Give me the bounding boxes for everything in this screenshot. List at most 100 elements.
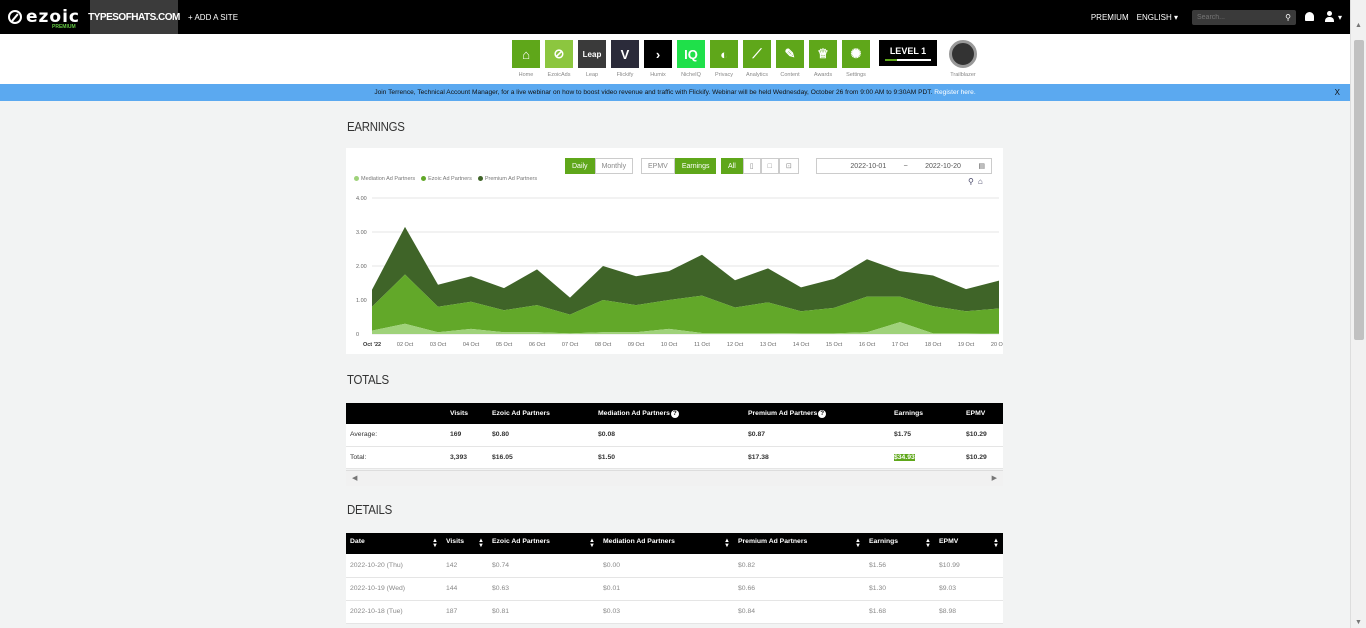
site-selector[interactable]: TYPESOFHATS.COM [88, 0, 180, 34]
desktop-device-button[interactable]: ⊡ [778, 158, 799, 174]
app-leap[interactable]: Leap Leap [578, 40, 606, 84]
level-badge[interactable]: LEVEL 1 [879, 40, 937, 66]
vertical-scrollbar[interactable]: ▲ ▼ [1350, 0, 1366, 628]
mobile-icon: ▯ [749, 163, 754, 170]
ezoic-logo[interactable]: ezoic PREMIUM [8, 7, 90, 30]
details-column-header[interactable]: Premium Ad Partners ▲ ▼ [734, 533, 865, 554]
date-range-picker[interactable]: 2022-10-01 ~ 2022-10-20 ▤ [816, 158, 992, 174]
details-column-header[interactable]: Date ▲ ▼ [346, 533, 442, 554]
banner-close-button[interactable]: X [1335, 84, 1340, 101]
earnings-area-chart: 0 1.00 2.00 3.00 4.00 Oct '22 02 Oct 03 Oct 04 O… [356, 196, 1003, 348]
x-tick-label: 17 Oct [892, 342, 909, 348]
calendar-icon: ▤ [978, 163, 985, 170]
scrollbar-thumb[interactable] [1354, 40, 1364, 340]
details-title: DETAILS [347, 502, 392, 517]
details-cell: 2022-10-19 (Wed) [346, 577, 442, 601]
details-cell: $1.68 [865, 600, 935, 624]
app-humix[interactable]: › Humix [644, 40, 672, 84]
totals-cell: $17.38 [744, 446, 890, 469]
search-icon[interactable]: ⚲ [1285, 13, 1291, 22]
user-icon [1324, 11, 1336, 23]
x-tick-label: 19 Oct [958, 342, 975, 348]
details-column-header[interactable]: Visits ▲ ▼ [442, 533, 488, 554]
earnings-chart-card: Daily Monthly EPMV Earnings All ▯ □ ⊡ 20… [346, 148, 1003, 354]
x-tick-label: 13 Oct [760, 342, 777, 348]
search-input[interactable] [1196, 13, 1277, 21]
chevron-down-icon: ▾ [1337, 12, 1342, 22]
details-cell: $1.30 [865, 577, 935, 601]
app-privacy[interactable]: ◐ Privacy [710, 40, 738, 84]
totals-cell: Total: [346, 446, 446, 469]
details-cell: $1.56 [865, 554, 935, 578]
scroll-right-arrow[interactable]: ▶ [992, 474, 997, 482]
highlighted-total-earnings: $34.93 [894, 453, 915, 461]
x-tick-label: 20 Oct [991, 342, 1003, 348]
monthly-button[interactable]: Monthly [594, 158, 634, 174]
x-tick-label: Oct '22 [363, 342, 381, 348]
totals-cell: Average: [346, 424, 446, 447]
daily-button[interactable]: Daily [565, 158, 595, 174]
details-column-header[interactable]: Mediation Ad Partners ▲ ▼ [599, 533, 734, 554]
language-dropdown[interactable]: ENGLISH ▾ [1137, 13, 1178, 22]
details-cell: $0.81 [488, 600, 599, 624]
tablet-device-button[interactable]: □ [760, 158, 779, 174]
sort-icon[interactable]: ▲ ▼ [724, 538, 730, 549]
sort-icon[interactable]: ▲ ▼ [855, 538, 861, 549]
totals-title: TOTALS [347, 372, 389, 387]
zoom-icon[interactable]: ⚲ [968, 177, 974, 186]
sort-icon[interactable]: ▲ ▼ [993, 538, 999, 549]
app-nicheiq[interactable]: IQ NicheIQ [677, 40, 705, 84]
register-link[interactable]: Register here. [934, 89, 975, 96]
app-home[interactable]: ⌂ Home [512, 40, 540, 84]
trailblazer-label: Trailblazer [950, 72, 976, 78]
legend-item[interactable]: Premium Ad Partners [477, 176, 537, 182]
sort-icon[interactable]: ▲ ▼ [925, 538, 931, 549]
help-icon[interactable]: ? [670, 409, 679, 418]
app-label: Privacy [714, 72, 734, 78]
app-flickify[interactable]: V Flickify [611, 40, 639, 84]
earnings-button[interactable]: Earnings [674, 158, 717, 174]
app-label: Leap [585, 72, 599, 78]
scroll-up-arrow[interactable]: ▲ [1355, 22, 1362, 29]
x-tick-label: 10 Oct [661, 342, 678, 348]
x-tick-label: 18 Oct [925, 342, 942, 348]
app-awards[interactable]: ♕ Awards [809, 40, 837, 84]
totals-column-header: Earnings [890, 403, 962, 424]
sort-icon[interactable]: ▲ ▼ [589, 538, 595, 549]
device-all-button[interactable]: All [721, 158, 743, 174]
legend-item[interactable]: Ezoic Ad Partners [421, 176, 472, 182]
details-cell: $0.01 [599, 577, 734, 601]
legend-item[interactable]: Mediation Ad Partners [354, 176, 415, 182]
home-icon[interactable]: ⌂ [978, 177, 983, 186]
premium-link[interactable]: PREMIUM [1091, 13, 1129, 22]
mobile-device-button[interactable]: ▯ [742, 158, 761, 174]
app-label: Analytics [745, 72, 768, 78]
x-tick-label: 11 Oct [694, 342, 710, 348]
add-site-link[interactable]: + ADD A SITE [188, 13, 238, 22]
app-label: NicheIQ [681, 72, 701, 78]
bell-icon[interactable] [1304, 11, 1316, 23]
totals-column-header: Visits [446, 403, 488, 424]
leap-icon: Leap [578, 40, 606, 68]
details-row: 2022-10-18 (Tue) 187 $0.81 $0.03 $0.84 $1.68 $… [346, 600, 1003, 624]
search-box[interactable]: ⚲ [1191, 9, 1296, 25]
details-header-row: Date ▲ ▼ Visits ▲ ▼ Ezoic Ad Partners ▲ ▼ Mediati… [346, 533, 1003, 554]
app-settings[interactable]: ✺ Settings [842, 40, 870, 84]
app-content[interactable]: ✎ Content [776, 40, 804, 84]
details-column-header[interactable]: EPMV ▲ ▼ [935, 533, 1003, 554]
app-ezoicads[interactable]: ⊘ EzoicAds [545, 40, 573, 84]
details-column-header[interactable]: Earnings ▲ ▼ [865, 533, 935, 554]
user-menu[interactable]: ▾ [1324, 11, 1342, 23]
scroll-left-arrow[interactable]: ◀ [352, 474, 357, 482]
app-analytics[interactable]: ⟋ Analytics [743, 40, 771, 84]
scroll-down-arrow[interactable]: ▼ [1355, 619, 1362, 626]
sort-icon[interactable]: ▲ ▼ [478, 538, 484, 549]
webinar-banner: Join Terrence, Technical Account Manager… [0, 84, 1350, 101]
help-icon[interactable]: ? [818, 409, 827, 418]
trailblazer-badge[interactable]: Trailblazer [948, 40, 978, 84]
sort-icon[interactable]: ▲ ▼ [432, 538, 438, 549]
totals-horizontal-scrollbar[interactable]: ◀ ▶ [346, 470, 1003, 486]
details-column-header[interactable]: Ezoic Ad Partners ▲ ▼ [488, 533, 599, 554]
x-tick-label: 07 Oct [562, 342, 579, 348]
epmv-button[interactable]: EPMV [641, 158, 675, 174]
